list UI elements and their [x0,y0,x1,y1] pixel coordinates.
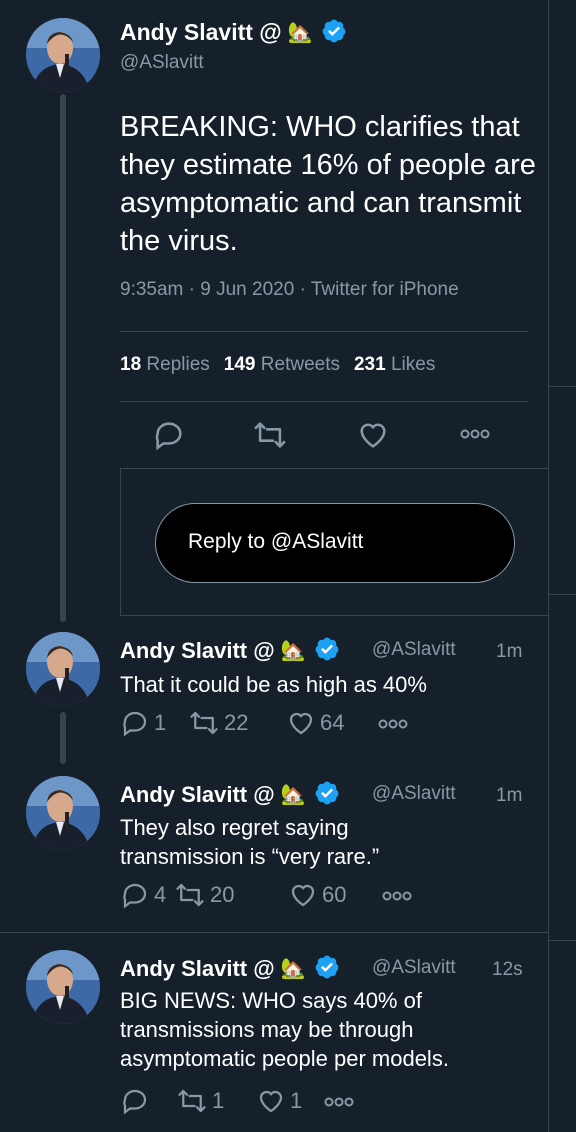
retweet-icon[interactable]: 22 [188,708,248,738]
author-handle[interactable]: @ASlavitt [372,957,456,979]
tweet-text-line: BIG NEWS: WHO says 40% of [120,988,422,1013]
divider [0,932,548,933]
verified-badge-icon [315,955,338,979]
reply-icon[interactable]: 4 [120,880,166,910]
reply-input[interactable]: Reply to @ASlavitt [155,503,515,583]
like-icon[interactable]: 64 [286,708,344,738]
reply-composer: Reply to @ASlavitt [120,468,548,616]
avatar[interactable] [26,632,100,706]
divider [120,401,528,402]
retweet-count: 22 [224,710,249,735]
tweet-time[interactable]: 1m [496,785,522,807]
house-emoji: 🏡 [280,784,306,806]
tweet-thread-page: Andy Slavitt @ 🏡 @ASlavitt BREAKING: WHO … [0,0,576,1132]
tweet-text: BREAKING: WHO clarifies that they estima… [120,111,536,257]
avatar[interactable] [26,950,100,1024]
tweet-time[interactable]: 12s [492,959,523,981]
author-name[interactable]: Andy Slavitt @ 🏡 [120,780,340,808]
author-handle[interactable]: @ASlavitt [372,639,456,661]
divider [120,331,528,332]
reply-count: 1 [154,710,167,735]
like-count: 60 [322,882,347,907]
engagement-stats: 18 Replies 149 Retweets 231 Likes [120,354,435,376]
retweets-label[interactable]: Retweets [261,354,340,375]
like-count: 64 [320,710,345,735]
replies-count[interactable]: 18 [120,354,141,375]
tweet-text-line: That it could be as high as 40% [120,672,427,697]
reply-icon[interactable] [152,418,186,457]
author-name[interactable]: Andy Slavitt @ 🏡 [120,18,347,46]
avatar[interactable] [26,776,100,850]
verified-badge-icon [315,637,338,661]
more-icon[interactable] [322,1093,356,1111]
retweet-icon[interactable]: 20 [174,880,234,910]
thread-connector [60,94,66,622]
tweet-text-line: asymptomatic people per models. [120,1046,449,1071]
replies-label[interactable]: Replies [146,354,209,375]
like-icon[interactable]: 1 [256,1086,302,1116]
likes-label[interactable]: Likes [391,354,435,375]
reply-icon[interactable]: 1 [120,708,166,738]
avatar[interactable] [26,18,100,92]
retweet-icon[interactable] [252,418,288,457]
house-emoji: 🏡 [280,640,306,662]
retweet-count: 1 [212,1088,225,1113]
author-handle[interactable]: @ASlavitt [372,783,456,805]
tweet-timestamp[interactable]: 9:35am · 9 Jun 2020 · Twitter for iPhone [120,279,459,301]
likes-count[interactable]: 231 [354,354,386,375]
like-icon[interactable] [356,418,390,457]
author-name[interactable]: Andy Slavitt @ 🏡 [120,954,340,982]
right-panel-edge [548,0,576,1132]
like-icon[interactable]: 60 [288,880,346,910]
reply-count: 4 [154,882,167,907]
tweet-text-line: They also regret saying [120,815,349,840]
retweets-count[interactable]: 149 [224,354,256,375]
retweet-count: 20 [210,882,235,907]
like-count: 1 [290,1088,303,1113]
tweet-text-line: transmissions may be through [120,1017,414,1042]
tweet-text-line: transmission is “very rare.” [120,844,380,869]
house-emoji: 🏡 [280,958,306,980]
retweet-icon[interactable]: 1 [176,1086,224,1116]
house-emoji: 🏡 [287,22,313,44]
tweet-action-bar [152,418,512,454]
thread-connector [60,712,66,764]
tweet-action-bar: 4 20 60 [120,880,440,912]
tweet-action-bar: 1 22 64 [120,708,440,740]
tweet-action-bar: 1 1 [120,1086,440,1118]
verified-badge-icon [322,19,346,43]
more-icon[interactable] [458,424,492,449]
more-icon[interactable] [376,715,410,733]
tweet-time[interactable]: 1m [496,641,522,663]
author-handle[interactable]: @ASlavitt [120,52,204,74]
author-name[interactable]: Andy Slavitt @ 🏡 [120,636,340,664]
verified-badge-icon [315,781,338,805]
more-icon[interactable] [380,887,414,905]
reply-icon[interactable] [120,1086,154,1116]
